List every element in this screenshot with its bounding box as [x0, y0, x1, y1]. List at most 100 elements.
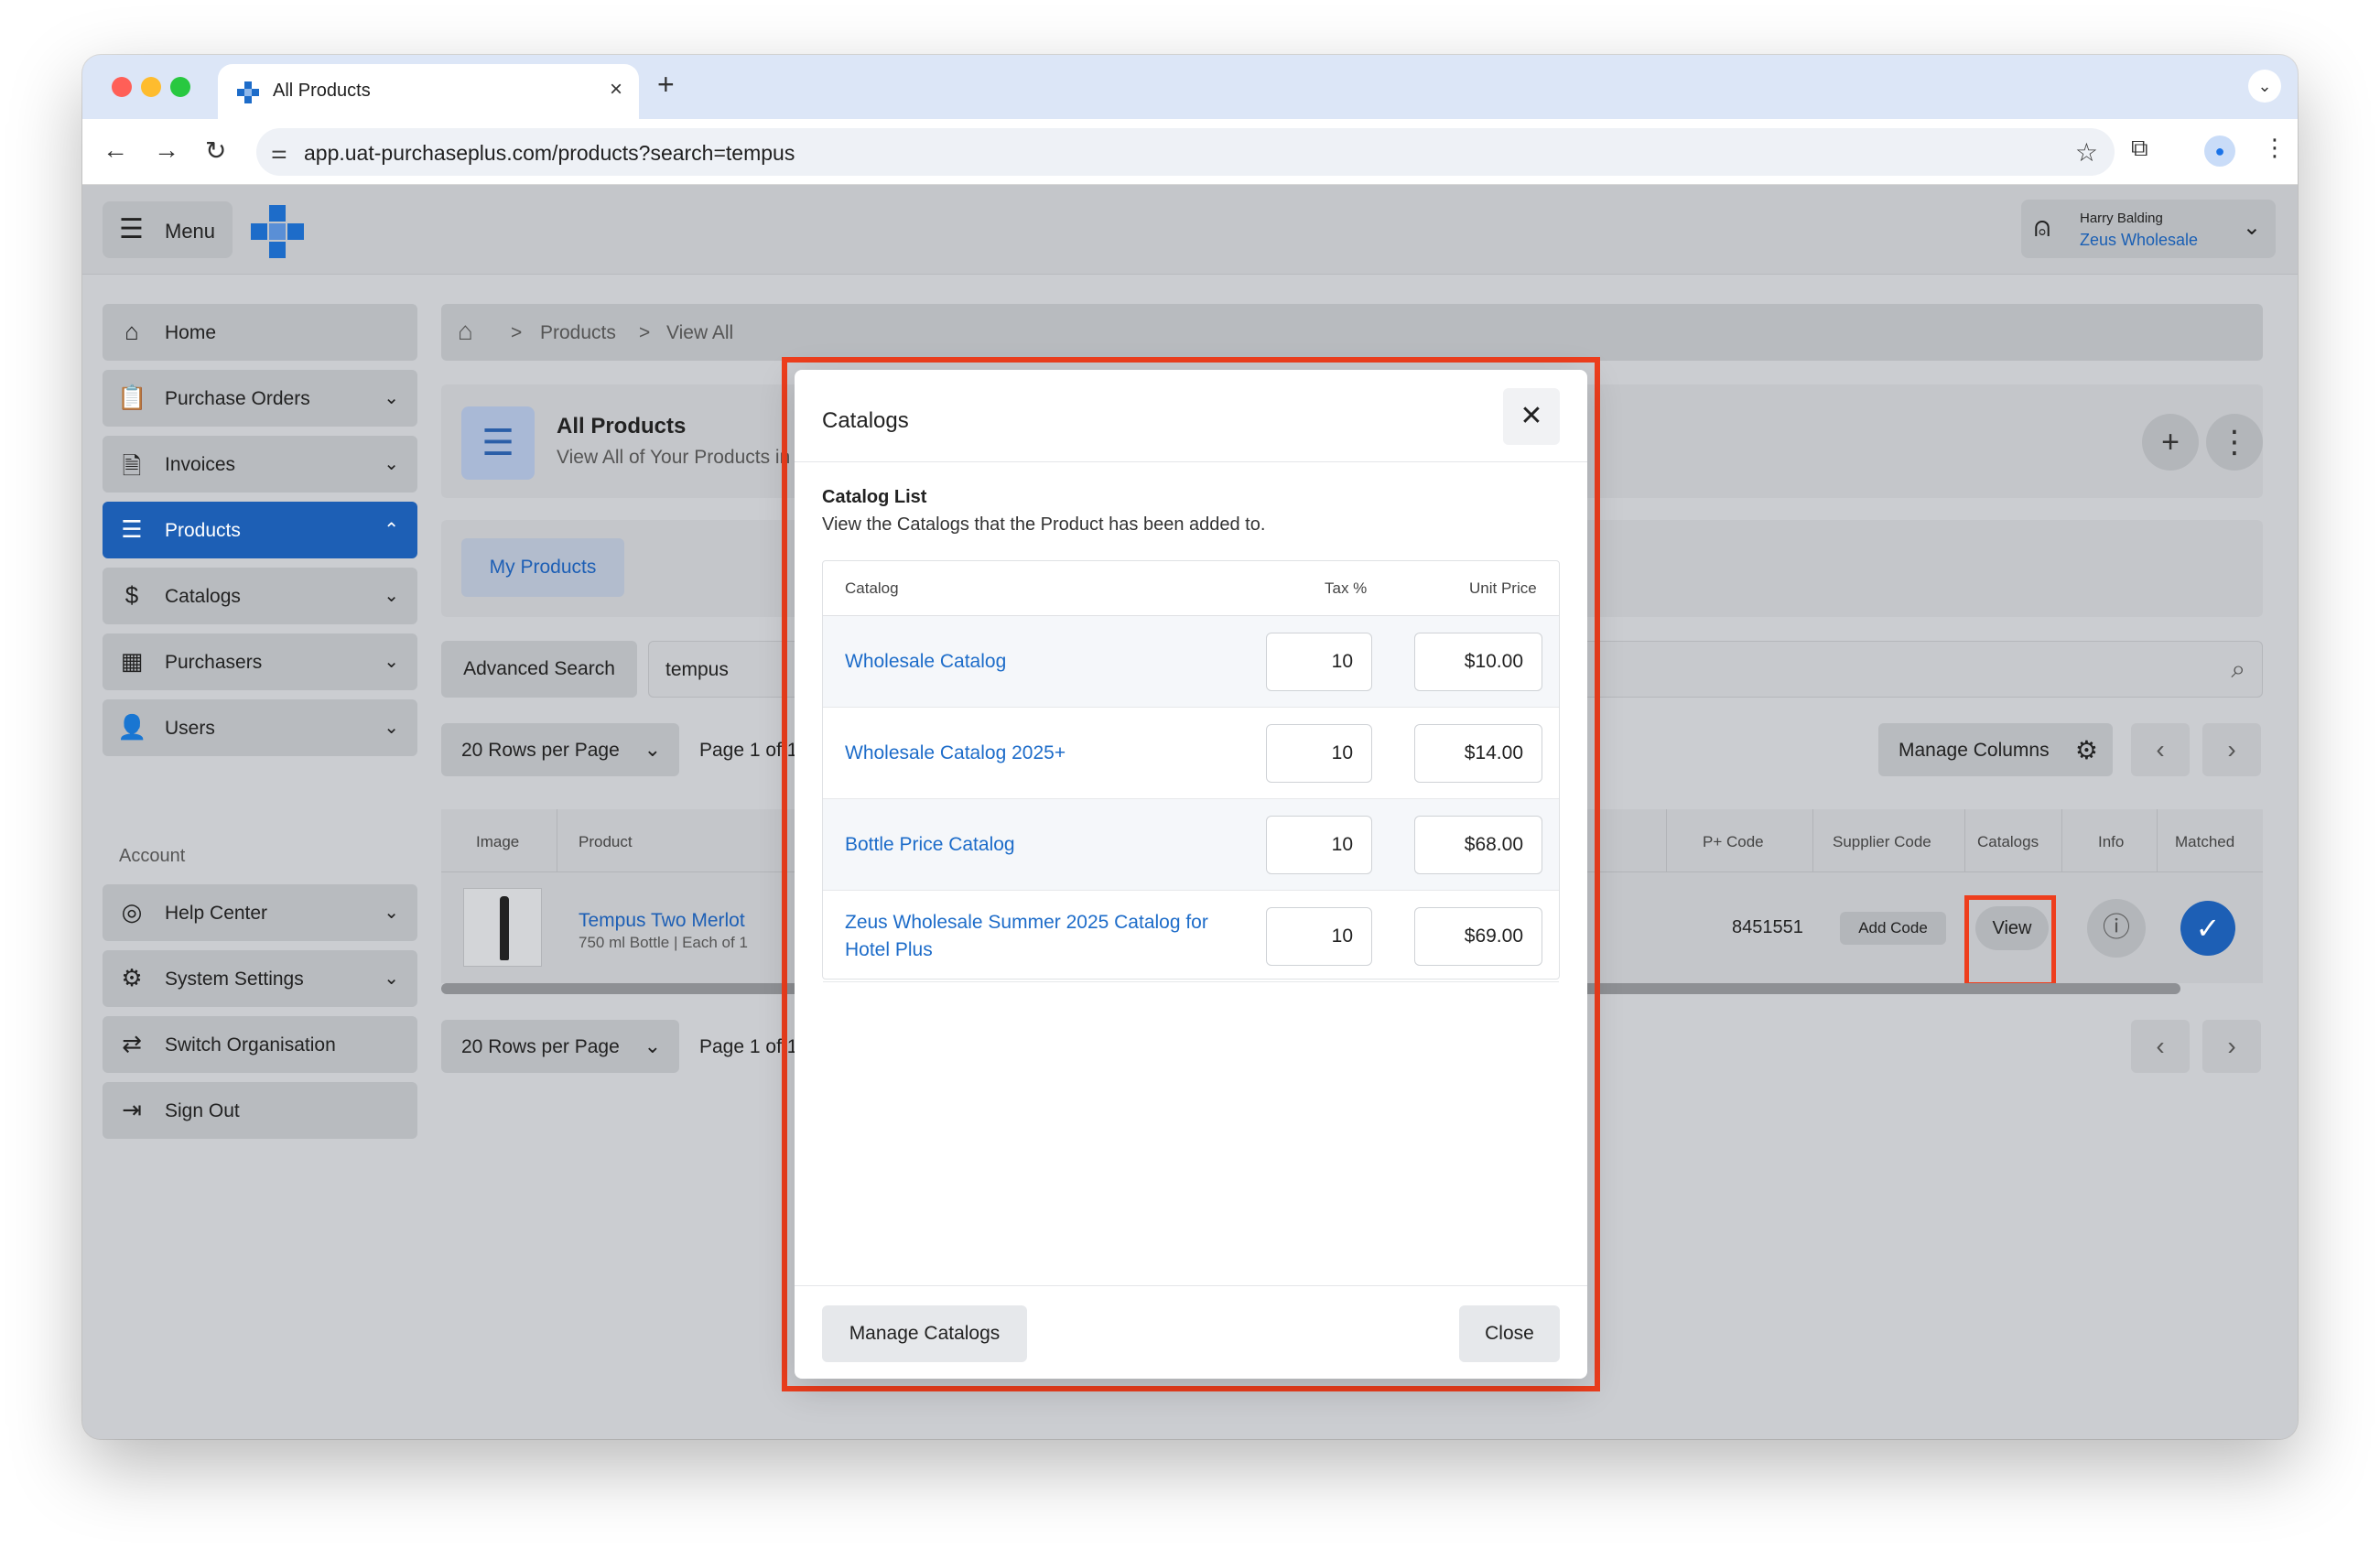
sidebar-item-label: Catalogs — [165, 586, 241, 607]
tax-field[interactable]: 10 — [1266, 907, 1372, 966]
maximize-window-button[interactable] — [170, 77, 190, 97]
previous-page-button[interactable]: ‹ — [2131, 1020, 2190, 1073]
manage-columns-button[interactable]: Manage Columns ⚙ — [1878, 723, 2113, 776]
new-tab-button[interactable]: + — [657, 68, 675, 102]
more-options-icon[interactable]: ⋮ — [2206, 414, 2263, 471]
sidebar-item-switch-organisation[interactable]: ⇄ Switch Organisation — [103, 1016, 417, 1073]
page-title: All Products — [557, 414, 687, 438]
next-page-button[interactable]: › — [2202, 1020, 2261, 1073]
catalog-link[interactable]: Bottle Price Catalog — [845, 799, 1248, 891]
rows-per-page-select[interactable]: 20 Rows per Page ⌄ — [441, 1020, 679, 1073]
unit-price-field[interactable]: $10.00 — [1414, 633, 1542, 691]
gear-icon: ⚙ — [2074, 736, 2098, 764]
add-code-button[interactable]: Add Code — [1840, 912, 1946, 945]
close-icon[interactable]: ✕ — [1503, 388, 1560, 445]
sidebar-item-label: Sign Out — [165, 1100, 240, 1121]
home-icon[interactable]: ⌂ — [458, 317, 473, 346]
breadcrumb-separator: > — [511, 322, 523, 343]
sidebar-item-help-center[interactable]: ◎ Help Center ⌄ — [103, 884, 417, 941]
star-icon[interactable]: ☆ — [2075, 137, 2098, 168]
catalog-link[interactable]: Wholesale Catalog — [845, 616, 1248, 708]
unit-price-field[interactable]: $68.00 — [1414, 816, 1542, 874]
product-name-link[interactable]: Tempus Two Merlot — [579, 910, 745, 932]
breadcrumb-view-all: View All — [666, 322, 734, 343]
products-icon: ☰ — [121, 515, 143, 543]
tax-field[interactable]: 10 — [1266, 816, 1372, 874]
extensions-icon[interactable]: ⧉ — [2131, 134, 2148, 163]
catalog-link[interactable]: Wholesale Catalog 2025+ — [845, 708, 1248, 799]
chevron-down-icon: ⌄ — [384, 903, 399, 923]
sidebar-item-purchasers[interactable]: ▦ Purchasers ⌄ — [103, 633, 417, 690]
chevron-up-icon: ⌃ — [384, 520, 399, 540]
catalog-list-description: View the Catalogs that the Product has b… — [822, 514, 1266, 535]
breadcrumb-products[interactable]: Products — [540, 322, 616, 344]
user-menu[interactable]: ⍝ Harry Balding Zeus Wholesale ⌄ — [2021, 200, 2276, 258]
tax-field[interactable]: 10 — [1266, 633, 1372, 691]
search-icon[interactable]: ⌕ — [2231, 655, 2245, 685]
browser-window: All Products × + ⌄ ← → ↻ ⚌ app.uat-purch… — [82, 55, 2298, 1439]
column-header-supplier-code: Supplier Code — [1833, 833, 1931, 850]
catalog-table: Catalog Tax % Unit Price Wholesale Catal… — [822, 560, 1560, 982]
previous-page-button[interactable]: ‹ — [2131, 723, 2190, 776]
sidebar-item-products[interactable]: ☰ Products ⌃ — [103, 502, 417, 558]
sidebar-item-system-settings[interactable]: ⚙ System Settings ⌄ — [103, 950, 417, 1007]
sidebar-item-invoices[interactable]: 🗎 Invoices ⌄ — [103, 436, 417, 493]
back-icon[interactable]: ← — [103, 135, 128, 165]
rows-per-page-label: 20 Rows per Page — [461, 740, 620, 761]
reload-icon[interactable]: ↻ — [205, 135, 226, 166]
column-header-image: Image — [476, 833, 520, 850]
catalog-table-header: Catalog Tax % Unit Price — [823, 561, 1559, 616]
sidebar-item-catalogs[interactable]: $ Catalogs ⌄ — [103, 568, 417, 624]
menu-label: Menu — [165, 220, 216, 243]
manage-columns-label: Manage Columns — [1899, 740, 2050, 761]
column-header-unit-price: Unit Price — [1469, 579, 1537, 597]
minimize-window-button[interactable] — [141, 77, 161, 97]
tab-my-products[interactable]: My Products — [461, 538, 624, 597]
profile-icon[interactable]: ● — [2204, 135, 2235, 167]
add-product-button[interactable]: + — [2142, 414, 2199, 471]
advanced-search-button[interactable]: Advanced Search — [441, 641, 637, 698]
sidebar-item-sign-out[interactable]: ⇥ Sign Out — [103, 1082, 417, 1139]
sidebar-item-label: Help Center — [165, 903, 268, 924]
column-header-info: Info — [2098, 833, 2125, 850]
sidebar-item-label: System Settings — [165, 969, 304, 990]
unit-price-field[interactable]: $14.00 — [1414, 724, 1542, 783]
column-header-p-code: P+ Code — [1703, 833, 1764, 850]
catalog-link[interactable]: Zeus Wholesale Summer 2025 Catalog for H… — [845, 891, 1248, 982]
unit-price-field[interactable]: $69.00 — [1414, 907, 1542, 966]
tax-field[interactable]: 10 — [1266, 724, 1372, 783]
hamburger-icon: ☰ — [119, 214, 144, 244]
rows-per-page-select[interactable]: 20 Rows per Page ⌄ — [441, 723, 679, 776]
sidebar-item-label: Home — [165, 322, 217, 343]
close-button[interactable]: Close — [1459, 1305, 1560, 1362]
products-icon: ☰ — [461, 406, 535, 480]
tab-search-button[interactable]: ⌄ — [2248, 70, 2281, 103]
chevron-down-icon: ⌄ — [384, 388, 399, 408]
purchaseplus-logo-icon[interactable] — [251, 205, 304, 258]
table-row: Wholesale Catalog 10 $10.00 — [823, 616, 1559, 708]
tab-close-icon[interactable]: × — [610, 77, 622, 103]
menu-button[interactable]: ☰ Menu — [103, 201, 233, 258]
close-window-button[interactable] — [112, 77, 132, 97]
next-page-button[interactable]: › — [2202, 723, 2261, 776]
product-image[interactable] — [463, 888, 542, 967]
search-value: tempus — [665, 659, 729, 680]
address-bar[interactable]: ⚌ app.uat-purchaseplus.com/products?sear… — [256, 128, 2115, 176]
chevron-down-icon: ⌄ — [384, 718, 399, 738]
table-row: Bottle Price Catalog 10 $68.00 — [823, 799, 1559, 891]
sidebar-item-home[interactable]: ⌂ Home — [103, 304, 417, 361]
chevron-down-icon: ⌄ — [644, 738, 661, 761]
more-icon[interactable]: ⋮ — [2263, 134, 2287, 162]
building-icon: ▦ — [120, 647, 144, 675]
matched-check-icon[interactable]: ✓ — [2180, 901, 2235, 956]
sidebar-item-users[interactable]: 👤 Users ⌄ — [103, 699, 417, 756]
browser-tab[interactable]: All Products × — [218, 64, 639, 119]
info-icon[interactable]: ⓘ — [2087, 899, 2146, 958]
column-divider — [2157, 809, 2158, 871]
user-name: Harry Balding — [2080, 211, 2163, 226]
forward-icon[interactable]: → — [154, 135, 179, 165]
site-settings-icon[interactable]: ⚌ — [271, 141, 287, 164]
manage-catalogs-button[interactable]: Manage Catalogs — [822, 1305, 1027, 1362]
sidebar-item-purchase-orders[interactable]: 📋 Purchase Orders ⌄ — [103, 370, 417, 427]
column-divider — [1964, 809, 1965, 871]
